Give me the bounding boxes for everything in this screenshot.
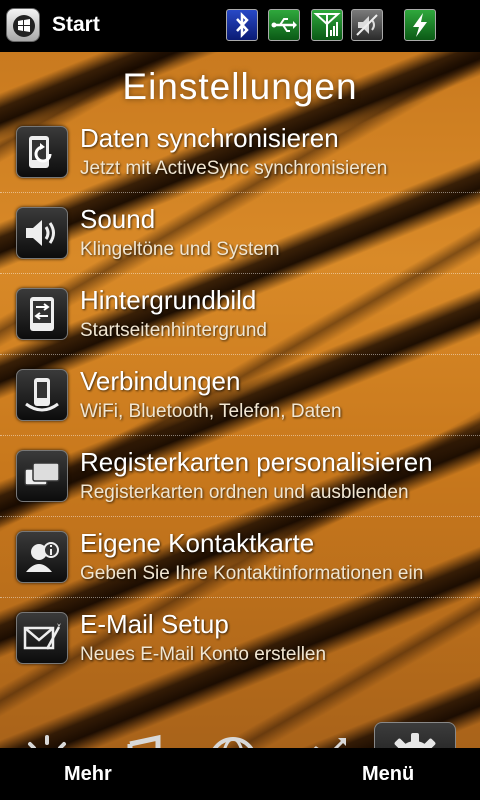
list-item-wallpaper[interactable]: Hintergrundbild Startseitenhintergrund: [0, 274, 480, 355]
list-item-connections[interactable]: Verbindungen WiFi, Bluetooth, Telefon, D…: [0, 355, 480, 436]
volume-icon[interactable]: [351, 9, 383, 41]
connections-icon: [16, 369, 68, 421]
internet-icon[interactable]: [200, 730, 266, 748]
settings-list: Daten synchronisieren Jetzt mit ActiveSy…: [0, 112, 480, 679]
music-icon[interactable]: [108, 730, 174, 748]
list-item-sync-data[interactable]: Daten synchronisieren Jetzt mit ActiveSy…: [0, 112, 480, 193]
item-subtitle: Geben Sie Ihre Kontaktinformationen ein: [80, 563, 424, 584]
item-subtitle: Jetzt mit ActiveSync synchronisieren: [80, 158, 388, 179]
status-bar: Start: [0, 0, 480, 52]
settings-gear-icon[interactable]: [374, 722, 456, 748]
softkey-bar: Mehr Menü: [0, 748, 480, 800]
item-title: E-Mail Setup: [80, 609, 229, 639]
settings-panel: Einstellungen Daten synchronisieren Jetz…: [0, 52, 480, 748]
item-title: Verbindungen: [80, 366, 241, 396]
stocks-icon[interactable]: [292, 730, 358, 748]
start-label[interactable]: Start: [52, 13, 100, 37]
item-subtitle: Klingeltöne und System: [80, 239, 280, 260]
item-title: Hintergrundbild: [80, 285, 257, 315]
battery-charging-icon[interactable]: [404, 9, 436, 41]
item-subtitle: Registerkarten ordnen und ausblenden: [80, 482, 409, 503]
item-title: Sound: [80, 204, 156, 234]
tabs-icon: [16, 450, 68, 502]
list-item-contact-card[interactable]: Eigene Kontaktkarte Geben Sie Ihre Konta…: [0, 517, 480, 598]
weather-icon[interactable]: [14, 730, 80, 748]
speaker-icon: [16, 207, 68, 259]
windows-logo-icon[interactable]: [6, 8, 40, 42]
contact-card-icon: [16, 531, 68, 583]
item-title: Eigene Kontaktkarte: [80, 528, 315, 558]
wallpaper-icon: [16, 288, 68, 340]
list-item-email-setup[interactable]: E-Mail Setup Neues E-Mail Konto erstelle…: [0, 598, 480, 679]
page-title: Einstellungen: [122, 66, 358, 107]
more-softkey[interactable]: Mehr: [64, 763, 112, 786]
item-title: Registerkarten personalisieren: [80, 447, 433, 477]
sync-icon: [16, 126, 68, 178]
menu-softkey[interactable]: Menü: [362, 763, 414, 786]
item-title: Daten synchronisieren: [80, 123, 339, 153]
usb-icon[interactable]: [268, 9, 300, 41]
list-item-sound[interactable]: Sound Klingeltöne und System: [0, 193, 480, 274]
item-subtitle: Neues E-Mail Konto erstellen: [80, 644, 327, 665]
email-setup-icon: [16, 612, 68, 664]
list-item-personalize-tabs[interactable]: Registerkarten personalisieren Registerk…: [0, 436, 480, 517]
tab-bar: [0, 722, 480, 748]
bluetooth-icon[interactable]: [226, 9, 258, 41]
item-subtitle: WiFi, Bluetooth, Telefon, Daten: [80, 401, 342, 422]
item-subtitle: Startseitenhintergrund: [80, 320, 267, 341]
signal-icon[interactable]: [311, 9, 343, 41]
